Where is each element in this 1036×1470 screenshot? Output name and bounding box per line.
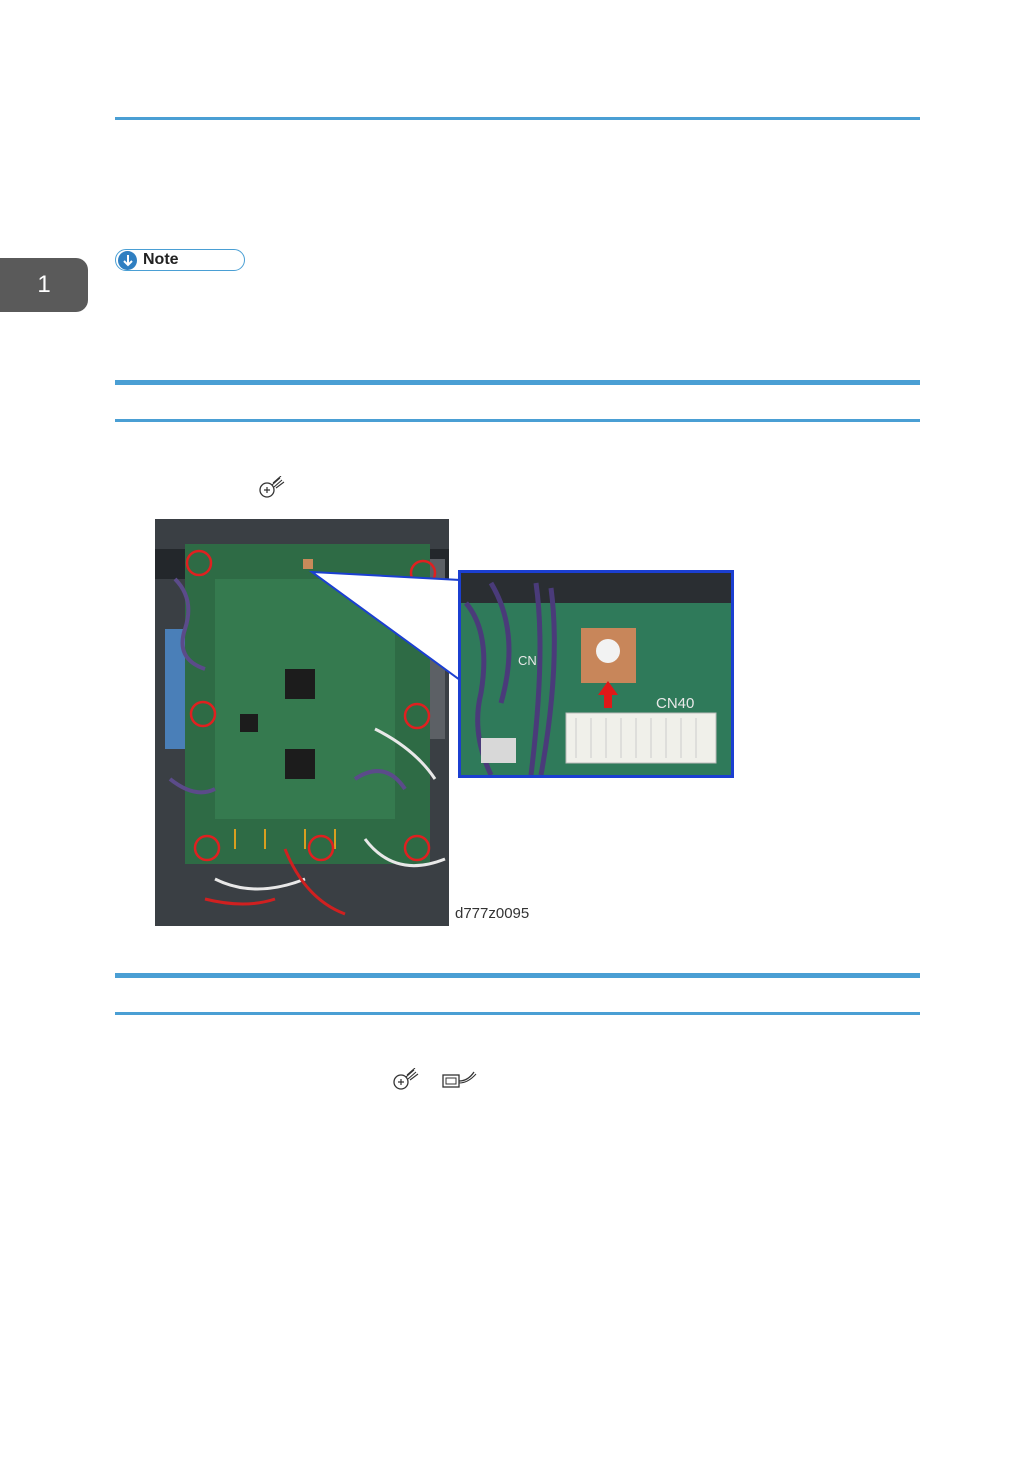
figure-caption: d777z0095	[455, 905, 530, 922]
section-rule-top-1	[115, 380, 920, 385]
note-badge: Note	[115, 249, 245, 271]
section-rule-top-2	[115, 973, 920, 978]
screw-icon	[258, 475, 286, 505]
screw-icon	[392, 1067, 420, 1097]
zoom-connector-label: CN40	[656, 695, 694, 712]
callout-wedge	[308, 570, 461, 682]
zoom-connector-label-cn4x: CN	[518, 653, 537, 668]
chapter-number: 1	[37, 271, 51, 298]
note-label: Note	[143, 251, 179, 268]
note-arrow-icon	[118, 250, 137, 270]
zoom-inset: CN CN40	[458, 570, 734, 778]
connector-icon	[440, 1068, 480, 1097]
header-rule	[115, 117, 920, 120]
section-rule-bottom-2	[115, 1012, 920, 1015]
chapter-tab: 1	[0, 258, 88, 312]
section-rule-bottom-1	[115, 419, 920, 422]
